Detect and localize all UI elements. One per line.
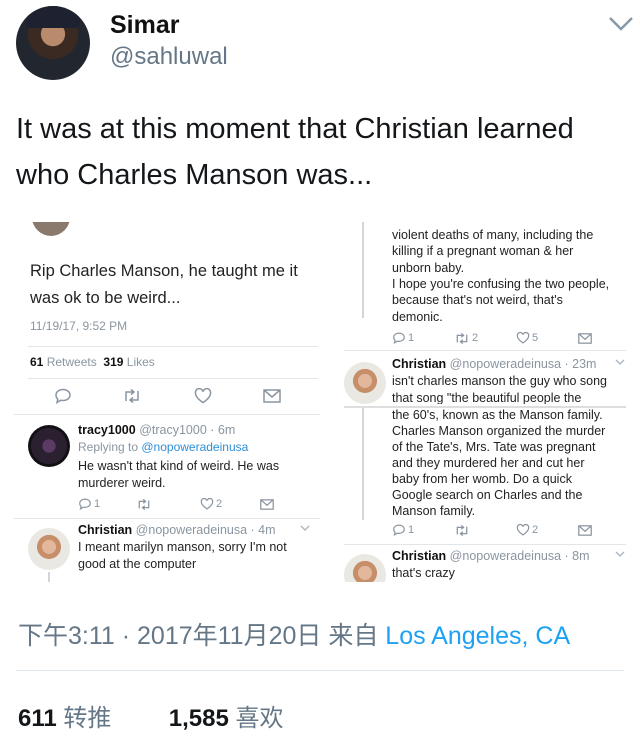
location-link[interactable]: Los Angeles, CA (385, 622, 570, 650)
reply-header: Christian @nopoweradeinusa · 8m (392, 549, 590, 563)
main-tweet-timestamp: 11/19/17, 9:52 PM (30, 319, 128, 333)
like-action[interactable]: 2 (516, 524, 538, 536)
reply-header: Christian @nopoweradeinusa · 4m (78, 523, 276, 537)
retweet-stats: 61 Retweets 319 Likes (30, 355, 155, 369)
reply-header: Christian @nopoweradeinusa · 23m (392, 357, 597, 371)
chevron-down-icon[interactable] (606, 12, 636, 36)
screenshot-left-column: Rip Charles Manson, he taught me it was … (14, 222, 320, 582)
reply-text-line2: that song "the beautiful people the (392, 391, 582, 404)
avatar[interactable] (28, 425, 70, 467)
author-handle[interactable]: @sahluwal (110, 43, 228, 71)
avatar[interactable] (28, 528, 70, 570)
like-action[interactable]: 2 (200, 498, 222, 510)
reply-text-line: baby from her womb. Do a quick (392, 472, 572, 486)
screenshot-right-column: violent deaths of many, including the kil… (344, 222, 626, 582)
reply-text-line1: He wasn't that kind of weird. He was (78, 459, 280, 473)
reply-text-line: of the Tate's, Mrs. Tate was pregnant (392, 440, 596, 454)
reply-text-line: violent deaths of many, including the (392, 228, 594, 242)
reply-text-line1: isn't charles manson the guy who song (392, 374, 608, 388)
like-action[interactable]: 5 (516, 332, 538, 344)
reply-text-line1: that's crazy (392, 566, 455, 580)
avatar[interactable] (344, 554, 386, 582)
reply-text-line: Manson family. (392, 504, 476, 518)
reply-action[interactable]: 1 (392, 524, 414, 536)
dm-icon[interactable] (260, 499, 274, 510)
embedded-screenshot: Rip Charles Manson, he taught me it was … (14, 222, 626, 582)
reply-header: tracy1000 @tracy1000 · 6m (78, 423, 236, 437)
reply-text-line: because that's not weird, that's (392, 293, 563, 308)
replying-to: Replying to @nopoweradeinusa (78, 440, 249, 454)
reply-text-line: Google search on Charles and the (392, 488, 583, 502)
chevron-down-icon[interactable] (299, 523, 311, 533)
dm-icon[interactable] (578, 525, 592, 536)
retweet-icon[interactable] (122, 389, 142, 403)
reply-text-line: the 60's, known as the Manson family. (392, 408, 603, 422)
reply-action[interactable]: 1 (78, 498, 100, 510)
dm-icon[interactable] (578, 333, 592, 344)
author-avatar[interactable] (16, 6, 90, 80)
author-name[interactable]: Simar (110, 11, 179, 40)
reply-text-line: demonic. (392, 309, 443, 324)
retweet-icon[interactable] (136, 499, 152, 510)
like-count[interactable]: 1,585 喜欢 (169, 705, 284, 732)
retweet-count[interactable]: 611 转推 (18, 705, 111, 732)
reply-text-line2: murderer weird. (78, 476, 166, 490)
main-tweet-line1: Rip Charles Manson, he taught me it (30, 262, 298, 280)
main-tweet-line2: was ok to be weird... (30, 289, 181, 307)
retweet-icon[interactable] (454, 525, 470, 536)
tweet-timestamp: 下午3:11 · 2017年11月20日 来自 Los Angeles, CA (18, 622, 571, 650)
tweet-stats: 611 转推 1,585 喜欢 (18, 698, 283, 733)
reply-icon[interactable] (54, 388, 72, 404)
chevron-down-icon[interactable] (614, 549, 626, 559)
chevron-down-icon[interactable] (614, 357, 626, 367)
tweet-text: It was at this moment that Christian lea… (16, 113, 574, 191)
reply-text-line1: I meant marilyn manson, sorry I'm not (78, 540, 287, 554)
divider (16, 670, 624, 671)
reply-text-line: Charles Manson organized the murder (392, 424, 606, 438)
reply-action[interactable]: 1 (392, 332, 414, 344)
reply-text-line: unborn baby. (392, 260, 465, 275)
avatar[interactable] (344, 362, 386, 404)
dm-icon[interactable] (263, 389, 281, 403)
reply-text-line: killing if a pregnant woman & her (392, 244, 574, 259)
avatar (32, 222, 70, 236)
retweet-action[interactable]: 2 (454, 332, 478, 344)
reply-text-line: and they murdered her and cut her (392, 456, 585, 470)
reply-text-line: I hope you're confusing the two people, (392, 276, 610, 291)
like-icon[interactable] (194, 388, 212, 404)
reply-text-line2: good at the computer (78, 557, 197, 571)
